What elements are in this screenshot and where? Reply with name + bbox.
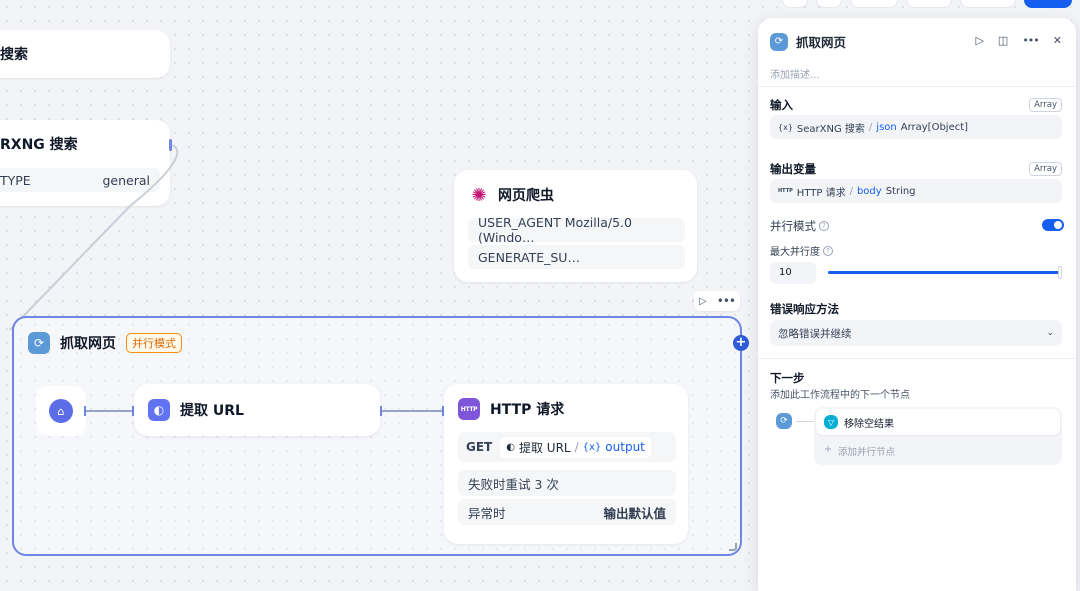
iteration-start-node[interactable]: ⌂: [36, 386, 86, 436]
node-searxng-row: TYPE general: [0, 168, 160, 192]
node-http-title: HTTP 请求: [490, 402, 565, 418]
edge-start-to-extract: [84, 406, 134, 416]
output-type-tag: Array: [1029, 162, 1062, 176]
node-crawler[interactable]: ✺ 网页爬虫 USER_AGENT Mozilla/5.0 (Windo… GE…: [454, 170, 697, 282]
node-searxng-handle[interactable]: [169, 139, 172, 151]
iteration-node[interactable]: ⟳ 抓取网页 并行模式 ⌂ ◐ 提取 URL HTTP HTTP 请求 GET …: [12, 316, 742, 556]
node-extract-url-title: 提取 URL: [180, 403, 244, 419]
toolbar-button-3[interactable]: [850, 0, 898, 8]
max-parallel-label: 最大并行度: [770, 247, 820, 258]
http-small-icon: HTTP: [778, 188, 793, 194]
input-variable-field[interactable]: {x} SearXNG 搜索 / json Array[Object]: [770, 115, 1062, 139]
iteration-node-controls: ▷ •••: [694, 291, 740, 311]
http-error-row: 异常时 输出默认值: [458, 499, 676, 525]
node-extract-url[interactable]: ◐ 提取 URL: [134, 384, 380, 436]
run-icon[interactable]: ▷: [975, 34, 983, 47]
panel-title[interactable]: 抓取网页: [796, 32, 846, 51]
slider-thumb[interactable]: [1058, 266, 1062, 279]
input-type-tag: Array: [1029, 98, 1062, 112]
next-step-sub: 添加此工作流程中的下一个节点: [770, 390, 910, 401]
help-icon[interactable]: ?: [823, 245, 833, 256]
http-icon: HTTP: [458, 398, 480, 420]
top-toolbar: [782, 0, 1072, 8]
toolbar-button-2[interactable]: [816, 0, 842, 8]
close-icon[interactable]: ✕: [1053, 34, 1062, 47]
next-step-label: 下一步: [770, 371, 805, 385]
parallel-mode-toggle[interactable]: [1042, 219, 1064, 231]
next-step-connector: [796, 421, 814, 422]
max-parallel-slider[interactable]: [828, 266, 1062, 279]
http-url-row: GET ◐ 提取 URL / {x} output: [458, 432, 676, 462]
output-label: 输出变量: [770, 162, 816, 176]
slider-fill: [828, 271, 1062, 274]
add-next-node-button[interactable]: +: [733, 335, 749, 351]
split-view-icon[interactable]: ◫: [998, 34, 1008, 47]
node-searxng[interactable]: RXNG 搜索 TYPE general: [0, 120, 170, 206]
parallel-mode-label: 并行模式: [770, 219, 816, 233]
plus-icon: +: [824, 444, 832, 455]
workflow-canvas[interactable]: 搜索 RXNG 搜索 TYPE general ✺ 网页爬虫 USER_AGEN…: [0, 0, 760, 591]
spider-icon: ✺: [471, 184, 487, 206]
variable-icon: {x}: [778, 122, 793, 132]
loop-icon: ⟳: [770, 32, 788, 51]
node-settings-panel: ⟳ 抓取网页 ▷ ◫ ••• ✕ 添加描述... 输入 Array {x} Se…: [758, 18, 1076, 591]
filter-icon: ▽: [824, 415, 838, 429]
next-node-item[interactable]: ▽ 移除空结果: [816, 409, 1060, 435]
iteration-title: 抓取网页: [60, 336, 116, 352]
node-searxng-row-key: TYPE: [0, 172, 31, 188]
http-url-var: ◐ 提取 URL / {x} output: [500, 436, 651, 458]
parallel-mode-badge: 并行模式: [126, 333, 182, 353]
node-crawler-row-1: USER_AGENT Mozilla/5.0 (Windo…: [468, 215, 685, 245]
chevron-down-icon: ⌄: [1046, 328, 1054, 338]
node-search-top-title: 搜索: [0, 47, 28, 63]
output-variable-field[interactable]: HTTP HTTP 请求 / body String: [770, 179, 1062, 203]
publish-button[interactable]: [1024, 0, 1072, 8]
home-icon: ⌂: [49, 399, 73, 423]
input-label: 输入: [770, 98, 793, 112]
divider: [758, 358, 1076, 359]
more-icon[interactable]: •••: [1022, 34, 1039, 47]
description-input[interactable]: 添加描述...: [770, 66, 820, 81]
divider: [758, 86, 1076, 87]
toolbar-button-5[interactable]: [960, 0, 1016, 8]
error-method-select[interactable]: 忽略错误并继续 ⌄: [770, 320, 1062, 346]
variable-icon: {x}: [582, 441, 602, 453]
run-icon[interactable]: ▷: [699, 296, 707, 307]
document-small-icon: ◐: [506, 441, 515, 453]
node-crawler-title: 网页爬虫: [498, 188, 554, 204]
max-parallel-input[interactable]: 10: [770, 262, 816, 284]
loop-icon: ⟳: [28, 332, 50, 354]
node-crawler-row-2: GENERATE_SU…: [468, 245, 685, 269]
http-retry-row: 失败时重试 3 次: [458, 470, 676, 496]
help-icon[interactable]: ?: [819, 221, 829, 231]
node-searxng-title: RXNG 搜索: [0, 137, 78, 153]
resize-handle[interactable]: [729, 543, 737, 551]
toolbar-button-1[interactable]: [782, 0, 808, 8]
toolbar-button-4[interactable]: [906, 0, 952, 8]
document-icon: ◐: [148, 399, 170, 421]
more-icon[interactable]: •••: [717, 294, 736, 308]
http-method: GET: [466, 440, 493, 454]
node-searxng-row-value: general: [102, 172, 150, 188]
add-parallel-node-button[interactable]: + 添加并行节点: [824, 444, 895, 458]
error-method-label: 错误响应方法: [770, 302, 839, 316]
node-search-top[interactable]: 搜索: [0, 30, 170, 78]
loop-icon: ⟳: [776, 413, 792, 429]
node-http-request[interactable]: HTTP HTTP 请求 GET ◐ 提取 URL / {x} output 失…: [444, 384, 688, 544]
next-step-box: ▽ 移除空结果 + 添加并行节点: [814, 407, 1062, 465]
edge-extract-to-http: [380, 406, 444, 416]
